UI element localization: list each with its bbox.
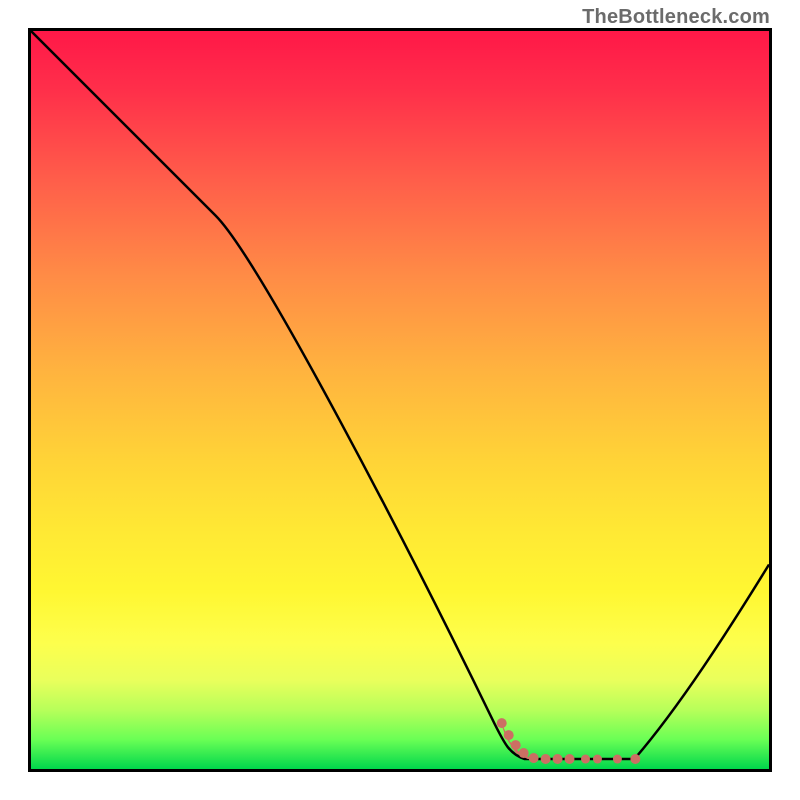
watermark-text: TheBottleneck.com bbox=[582, 6, 770, 29]
chart-plot bbox=[31, 31, 769, 769]
chart-frame bbox=[28, 28, 772, 772]
bottleneck-curve-line bbox=[31, 31, 769, 759]
